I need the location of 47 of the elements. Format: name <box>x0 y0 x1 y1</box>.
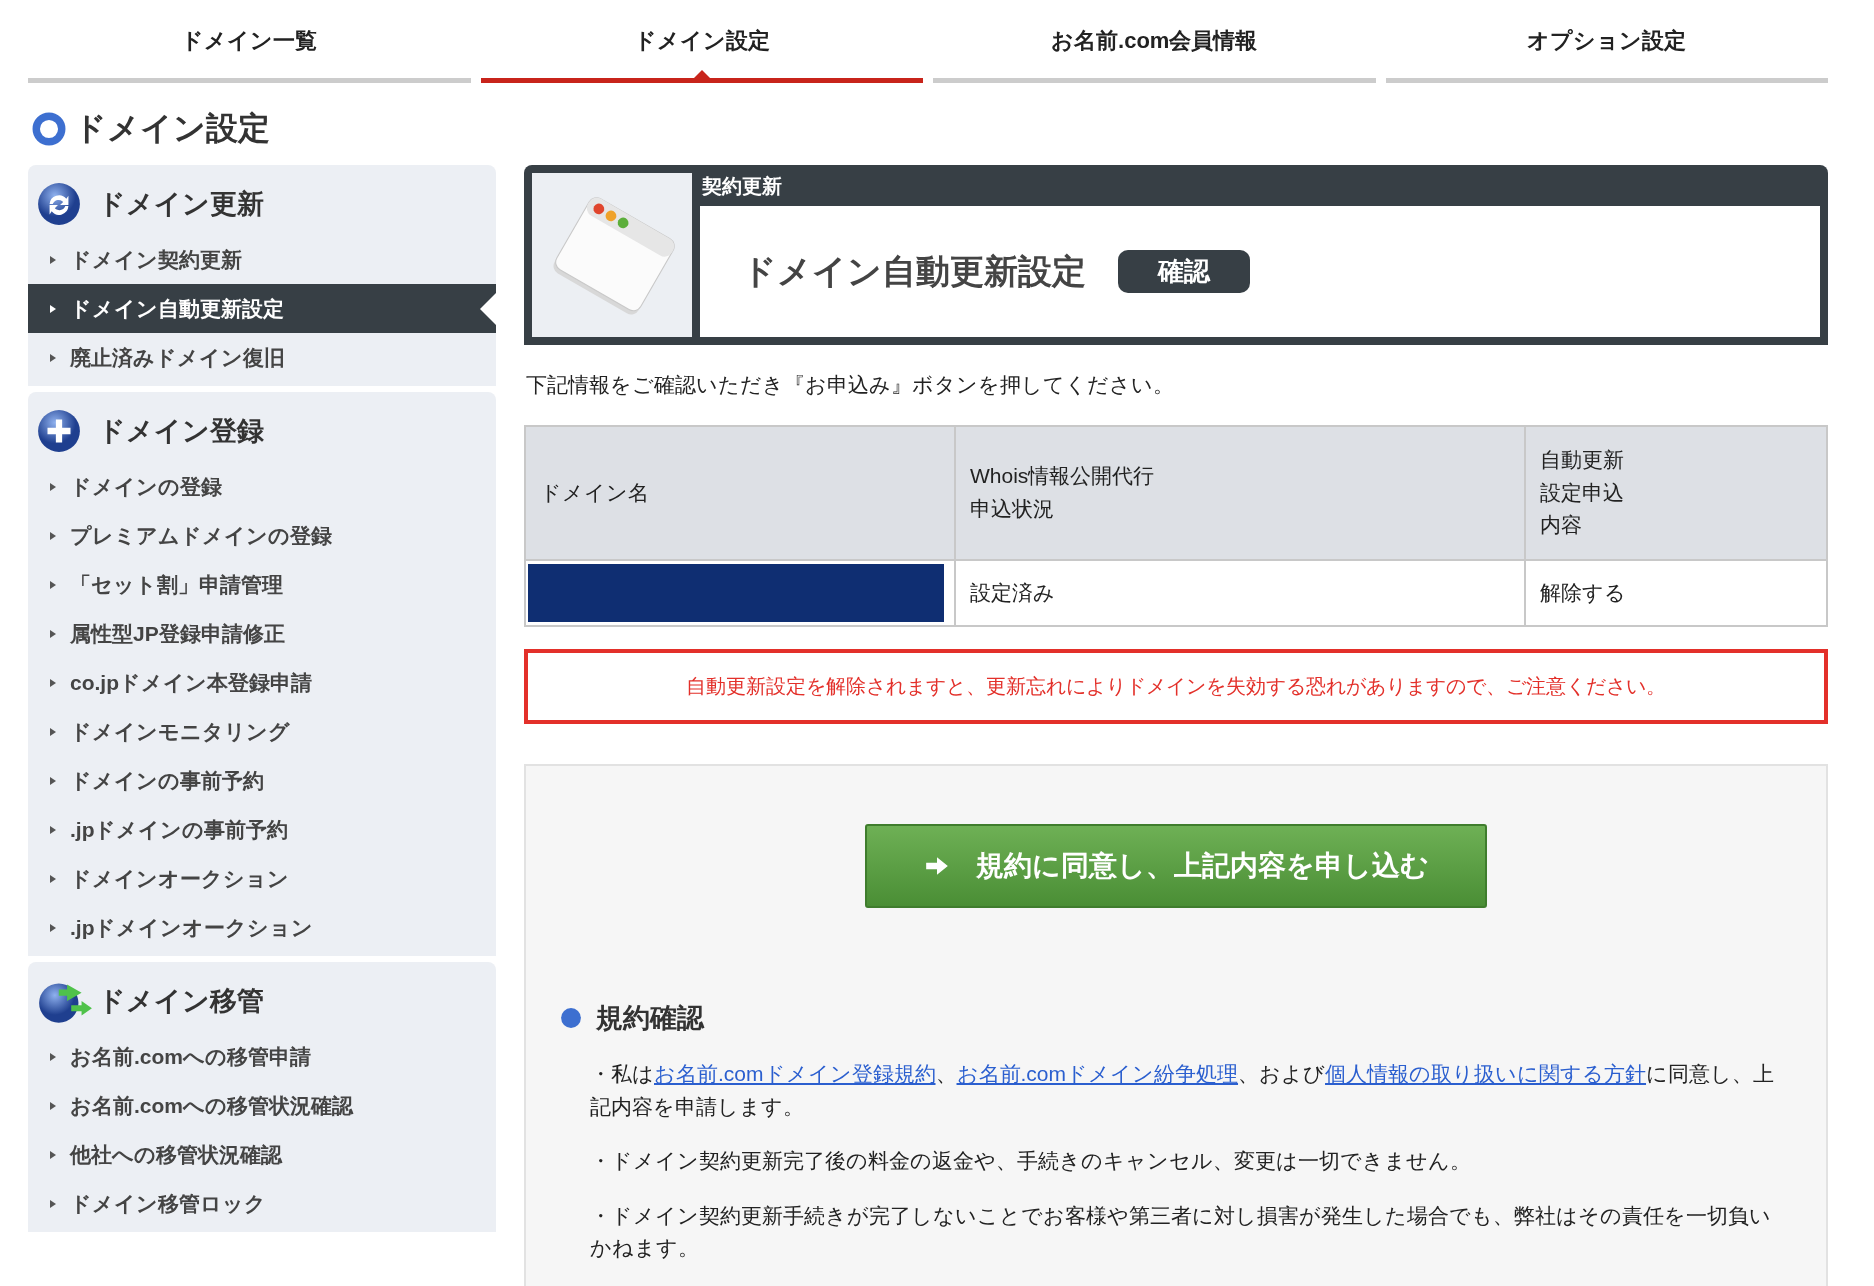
table-cell: 解除する <box>1525 560 1827 626</box>
nav-tab[interactable]: お名前.com会員情報 <box>933 26 1376 83</box>
nav-tab[interactable]: ドメイン設定 <box>480 26 923 83</box>
arrow-icon <box>923 855 950 877</box>
sidebar-item[interactable]: 他社への移管状況確認 <box>28 1130 496 1179</box>
terms-link[interactable]: お名前.comドメイン登録規約 <box>654 1062 936 1085</box>
sidebar-item[interactable]: ドメイン契約更新 <box>28 235 496 284</box>
column-header: ドメイン名 <box>540 479 650 506</box>
sidebar-item[interactable]: 属性型JP登録申請修正 <box>28 609 496 658</box>
sidebar-heading: ドメイン登録 <box>98 415 264 448</box>
sidebar-item[interactable]: 廃止済みドメイン復旧 <box>28 333 496 382</box>
column-header: 自動更新設定申込内容 <box>1540 447 1625 539</box>
sidebar-item[interactable]: ドメインオークション <box>28 854 496 903</box>
card-category: 契約更新 <box>701 174 783 199</box>
terms-sentence: ・ドメイン契約更新完了後の料金の返金や、手続きのキャンセル、変更は一切できません。 <box>590 1148 1472 1175</box>
terms-link[interactable]: お名前.comドメイン紛争処理 <box>956 1062 1239 1085</box>
table-cell: 設定済み <box>955 560 1525 626</box>
terms-sentence: ・ドメイン契約更新手続きが完了しないことでお客様や第三者に対し損害が発生した場合でも、弊社はその責任を一切負いかねます。 <box>590 1202 1772 1262</box>
sidebar-item[interactable]: co.jpドメイン本登録申請 <box>28 658 496 707</box>
nav-tab[interactable]: ドメイン一覧 <box>28 26 471 83</box>
sidebar-item[interactable]: ドメインの事前予約 <box>28 756 496 805</box>
refresh-icon <box>36 181 82 227</box>
sidebar-item[interactable]: .jpドメインオークション <box>28 903 496 952</box>
instruction-text: 下記情報をご確認いただき『お申込み』ボタンを押してください。 <box>526 372 1175 398</box>
plus-icon <box>36 408 82 454</box>
sidebar-item[interactable]: お名前.comへの移管状況確認 <box>28 1081 496 1130</box>
ring-icon <box>32 112 66 146</box>
sidebar-item[interactable]: 「セット割」申請管理 <box>28 560 496 609</box>
sidebar-item[interactable]: プレミアムドメインの登録 <box>28 511 496 560</box>
sidebar-item[interactable]: お名前.comへの移管申請 <box>28 1032 496 1081</box>
warning-text: 自動更新設定を解除されますと、更新忘れによりドメインを失効する恐れがありますので、ご注意ください。 <box>686 675 1666 697</box>
sidebar-item[interactable]: ドメインの登録 <box>28 462 496 511</box>
sidebar-item[interactable]: ドメイン移管ロック <box>28 1179 496 1228</box>
terms-link[interactable]: 個人情報の取り扱いに関する方針 <box>1325 1062 1647 1085</box>
card-title: ドメイン自動更新設定 <box>742 250 1086 292</box>
column-header: Whois情報公開代行申込状況 <box>970 463 1156 522</box>
terms-heading: 規約確認 <box>596 1002 704 1035</box>
sidebar-item[interactable]: .jpドメインの事前予約 <box>28 805 496 854</box>
terms-sentence: ・私はお名前.comドメイン登録規約、お名前.comドメイン紛争処理、および個人情報の取り扱いに関する方針に同意し、上記内容を申請します。 <box>590 1061 1776 1120</box>
bullet-icon <box>560 1007 582 1029</box>
step-badge: 確認 <box>1118 250 1250 293</box>
sidebar-heading: ドメイン移管 <box>98 985 264 1018</box>
page-title: ドメイン設定 <box>74 109 270 148</box>
nav-tab[interactable]: オプション設定 <box>1385 26 1828 83</box>
sidebar-item[interactable]: ドメインモニタリング <box>28 707 496 756</box>
sidebar-item[interactable]: ドメイン自動更新設定 <box>28 284 496 333</box>
sidebar-heading: ドメイン更新 <box>98 188 264 221</box>
